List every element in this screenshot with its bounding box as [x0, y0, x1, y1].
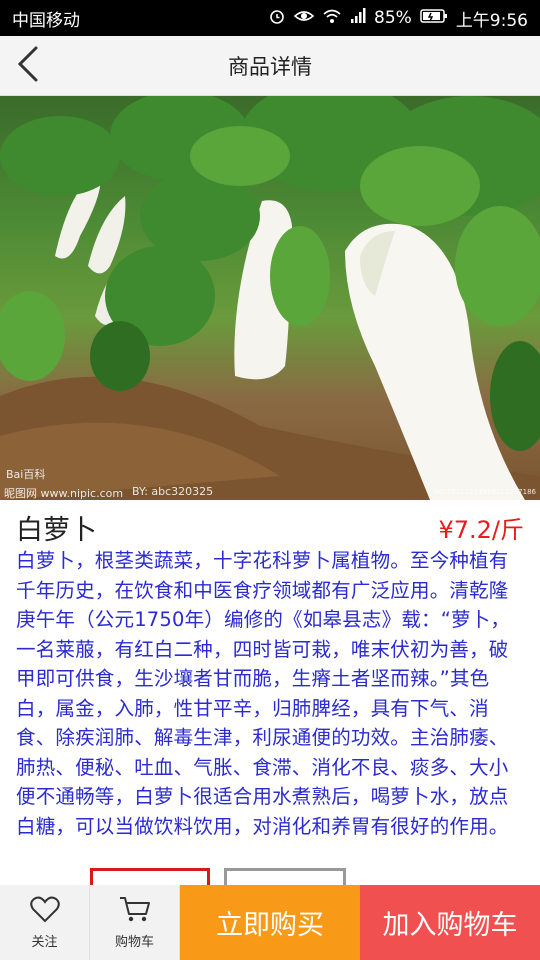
product-name: 白萝卜	[16, 514, 97, 546]
alarm-icon	[268, 7, 286, 30]
watermark-id: NO:20111221919113237186	[433, 488, 536, 496]
tab-inactive[interactable]	[224, 868, 346, 885]
battery-percent: 85%	[374, 8, 412, 28]
tab-active[interactable]	[90, 868, 210, 885]
wifi-icon	[322, 7, 342, 30]
bottom-action-bar: 关注 购物车 立即购买 加入购物车	[0, 885, 540, 960]
chevron-left-icon	[16, 46, 40, 86]
product-description: 白萝卜，根茎类蔬菜，十字花科萝卜属植物。至今种植有千年历史，在饮食和中医食疗领域…	[16, 549, 511, 838]
heart-icon	[29, 895, 60, 927]
watermark-site: 昵图网 www.nipic.com	[4, 487, 124, 500]
battery-icon	[420, 8, 448, 29]
back-button[interactable]	[8, 46, 48, 86]
cart-icon	[118, 895, 152, 927]
page-title: 商品详情	[228, 54, 312, 79]
cart-label: 购物车	[114, 935, 154, 950]
status-icons: 85% 上午9:56	[268, 6, 528, 31]
follow-button[interactable]: 关注	[0, 885, 90, 960]
follow-label: 关注	[31, 935, 58, 950]
buy-now-button[interactable]: 立即购买	[180, 885, 360, 960]
product-info: 白萝卜 ¥7.2/斤 白萝卜，根茎类蔬菜，十字花科萝卜属植物。至今种植有千年历史…	[0, 500, 540, 885]
add-to-cart-button[interactable]: 加入购物车	[360, 885, 540, 960]
product-price: ¥7.2/斤	[438, 515, 524, 544]
watermark-brand: Bai百科	[6, 468, 46, 481]
clock-time: 上午9:56	[455, 10, 528, 31]
product-image: Bai百科 昵图网 www.nipic.com BY: abc320325 NO…	[0, 96, 540, 500]
name-price-row: 白萝卜 ¥7.2/斤	[16, 508, 524, 546]
detail-tabs	[90, 868, 350, 885]
eye-icon	[293, 7, 315, 30]
carrier-name: 中国移动	[12, 10, 80, 31]
header-bar: 商品详情	[0, 36, 540, 96]
cart-button[interactable]: 购物车	[90, 885, 180, 960]
status-bar: 中国移动 85% 上午9:56	[0, 0, 540, 36]
signal-icon	[350, 7, 366, 30]
watermark-author: BY: abc320325	[132, 485, 214, 498]
